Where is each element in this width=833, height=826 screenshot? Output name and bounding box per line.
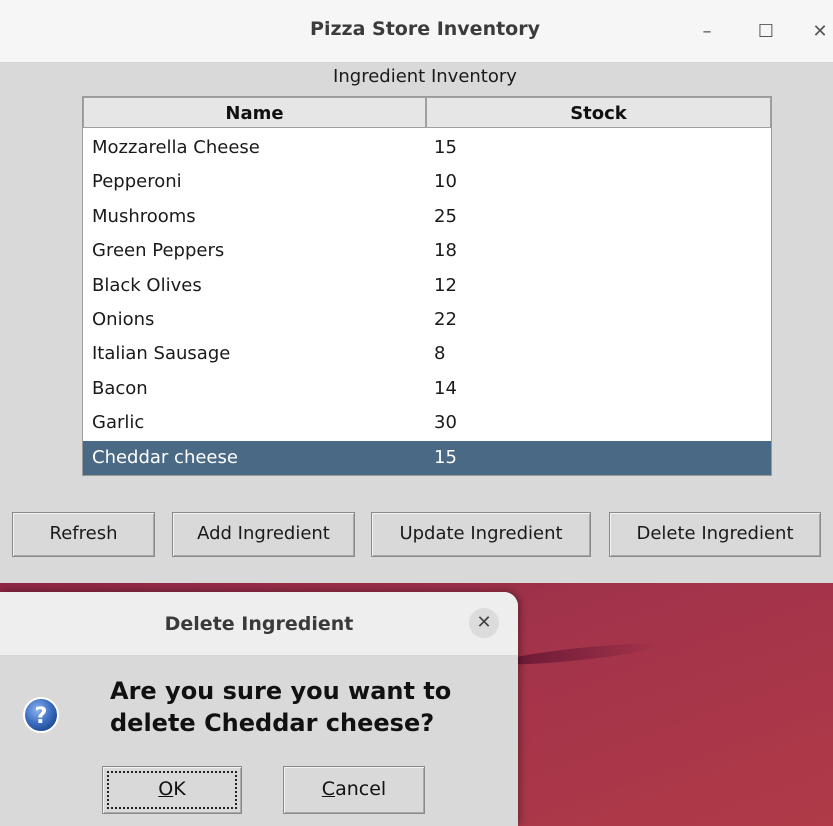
table-row[interactable]: Pepperoni 10 bbox=[83, 165, 771, 199]
cell-stock: 18 bbox=[434, 240, 457, 262]
table-row[interactable]: Black Olives 12 bbox=[83, 269, 771, 303]
close-icon[interactable]: ✕ bbox=[806, 18, 833, 46]
cell-stock: 14 bbox=[434, 377, 457, 399]
delete-confirm-dialog: Delete Ingredient ✕ ? Are you sure you w… bbox=[0, 592, 518, 826]
cancel-button[interactable]: Cancel bbox=[283, 766, 425, 814]
cell-stock: 8 bbox=[434, 343, 446, 365]
cell-name: Mushrooms bbox=[92, 205, 196, 227]
cell-stock: 30 bbox=[434, 412, 457, 434]
table-row[interactable]: Mushrooms 25 bbox=[83, 200, 771, 234]
question-icon: ? bbox=[23, 697, 59, 733]
cell-stock: 10 bbox=[434, 171, 457, 193]
cancel-mnemonic: C bbox=[321, 778, 336, 800]
main-window: Pizza Store Inventory – ☐ ✕ Ingredient I… bbox=[0, 0, 833, 583]
cell-name: Black Olives bbox=[92, 274, 202, 296]
cell-stock: 15 bbox=[434, 137, 457, 158]
add-ingredient-button[interactable]: Add Ingredient bbox=[172, 512, 355, 557]
cell-stock: 22 bbox=[434, 308, 457, 330]
table-row[interactable]: Garlic 30 bbox=[83, 406, 771, 440]
cell-stock: 15 bbox=[434, 446, 457, 468]
update-ingredient-button[interactable]: Update Ingredient bbox=[371, 512, 591, 557]
dialog-message: Are you sure you want to delete Cheddar … bbox=[110, 675, 510, 739]
cell-name: Bacon bbox=[92, 377, 148, 399]
table-body: Mozzarella Cheese 15 Pepperoni 10 Mushroom… bbox=[83, 131, 771, 475]
delete-ingredient-button[interactable]: Delete Ingredient bbox=[609, 512, 821, 557]
svg-text:?: ? bbox=[35, 704, 48, 729]
table-row[interactable]: Green Peppers 18 bbox=[83, 234, 771, 268]
table-row[interactable]: Bacon 14 bbox=[83, 372, 771, 406]
cell-stock: 12 bbox=[434, 274, 457, 296]
dialog-body: ? Are you sure you want to delete Chedda… bbox=[0, 656, 518, 826]
dialog-message-line1: Are you sure you want to bbox=[110, 677, 452, 705]
column-header-stock[interactable]: Stock bbox=[426, 97, 771, 128]
minimize-icon[interactable]: – bbox=[693, 18, 721, 46]
table-row[interactable]: Onions 22 bbox=[83, 303, 771, 337]
table-row[interactable]: Italian Sausage 8 bbox=[83, 337, 771, 371]
table-row-selected[interactable]: Cheddar cheese 15 bbox=[83, 440, 771, 475]
cell-name: Green Peppers bbox=[92, 240, 225, 262]
window-titlebar[interactable]: Pizza Store Inventory – ☐ ✕ bbox=[0, 0, 833, 63]
cell-stock: 25 bbox=[434, 205, 457, 227]
dialog-title: Delete Ingredient bbox=[164, 613, 354, 635]
ok-label-rest: K bbox=[173, 778, 186, 800]
cell-name: Cheddar cheese bbox=[92, 446, 238, 468]
cancel-label-rest: ancel bbox=[335, 778, 387, 800]
cell-name: Garlic bbox=[92, 412, 145, 434]
dialog-titlebar[interactable]: Delete Ingredient ✕ bbox=[0, 592, 518, 656]
inventory-table[interactable]: Name Stock Mozzarella Cheese 15 Pepperoni… bbox=[82, 96, 772, 476]
column-header-name[interactable]: Name bbox=[83, 97, 426, 128]
ok-mnemonic: O bbox=[158, 778, 174, 800]
cell-name: Mozzarella Cheese bbox=[92, 137, 260, 158]
inventory-label: Ingredient Inventory bbox=[333, 66, 517, 87]
refresh-button[interactable]: Refresh bbox=[12, 512, 155, 557]
ok-button[interactable]: OK bbox=[102, 766, 242, 814]
cell-name: Onions bbox=[92, 308, 155, 330]
table-row[interactable]: Mozzarella Cheese 15 bbox=[83, 131, 771, 165]
dialog-message-line2: delete Cheddar cheese? bbox=[110, 709, 435, 737]
table-header: Name Stock bbox=[83, 97, 771, 130]
cell-name: Pepperoni bbox=[92, 171, 182, 193]
cell-name: Italian Sausage bbox=[92, 343, 231, 365]
maximize-icon[interactable]: ☐ bbox=[752, 18, 780, 46]
dialog-close-icon[interactable]: ✕ bbox=[469, 608, 499, 638]
